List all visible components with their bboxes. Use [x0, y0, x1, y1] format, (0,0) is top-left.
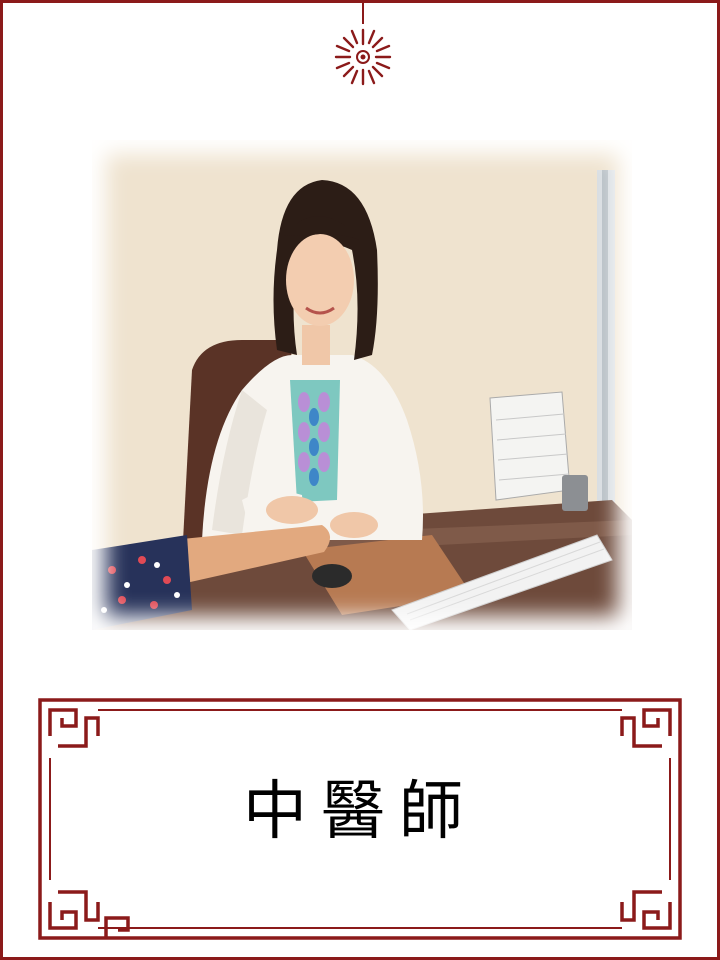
corner-fret-icon	[620, 698, 682, 758]
page-title: 中醫師	[243, 775, 477, 849]
corner-fret-icon	[620, 880, 682, 940]
burst-ornament-icon	[334, 0, 392, 86]
corner-fret-icon	[38, 698, 100, 758]
corner-fret-icon	[38, 880, 130, 940]
doctor-photo	[92, 140, 632, 630]
